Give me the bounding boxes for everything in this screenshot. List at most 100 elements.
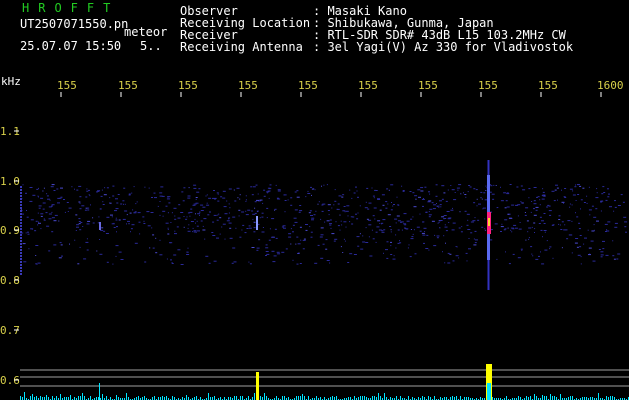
spectrum-bar [428, 396, 429, 400]
noise-speck [588, 209, 592, 211]
noise-speck [157, 205, 159, 207]
noise-speck [213, 214, 217, 216]
noise-speck [268, 239, 271, 241]
noise-speck [352, 216, 355, 218]
noise-speck [273, 255, 277, 257]
noise-speck [491, 229, 493, 231]
spectrum-bar [374, 396, 375, 400]
noise-speck [78, 185, 82, 187]
noise-speck [40, 215, 43, 217]
noise-speck [281, 251, 285, 253]
noise-speck [569, 203, 571, 205]
noise-speck [525, 207, 529, 209]
noise-speck [466, 213, 470, 215]
noise-speck [569, 234, 573, 236]
noise-speck [342, 210, 346, 212]
noise-speck [320, 257, 324, 259]
noise-speck [557, 199, 558, 201]
noise-speck [285, 248, 288, 250]
noise-speck [395, 234, 397, 236]
noise-speck [167, 212, 169, 214]
noise-speck [496, 207, 498, 209]
noise-speck [441, 185, 445, 187]
noise-speck [196, 220, 198, 222]
noise-speck [456, 187, 460, 189]
noise-speck [109, 202, 112, 204]
noise-speck [513, 224, 517, 226]
noise-speck [193, 187, 197, 189]
noise-speck [159, 192, 163, 194]
noise-speck [296, 190, 299, 192]
noise-speck [542, 191, 545, 193]
noise-speck [481, 198, 483, 200]
noise-speck [517, 215, 519, 217]
noise-speck [406, 220, 410, 222]
noise-speck [186, 254, 190, 255]
noise-speck [458, 257, 460, 259]
noise-speck [195, 198, 197, 200]
noise-speck [368, 236, 370, 238]
noise-speck [118, 251, 122, 253]
noise-speck [343, 221, 347, 223]
noise-speck [528, 197, 530, 199]
noise-speck [424, 186, 427, 188]
noise-speck [379, 223, 381, 224]
noise-speck [195, 222, 196, 224]
spectrum-bar [20, 396, 21, 400]
noise-speck [477, 219, 480, 221]
spectrum-bar [536, 396, 537, 400]
spectrum-bar [144, 396, 145, 400]
noise-speck [556, 187, 559, 189]
noise-speck [356, 190, 358, 192]
noise-speck [217, 200, 220, 202]
noise-speck [447, 252, 450, 254]
noise-speck [297, 243, 301, 245]
noise-speck [511, 204, 515, 206]
noise-speck [531, 201, 533, 202]
noise-speck [429, 208, 433, 210]
noise-speck [533, 222, 536, 224]
noise-speck [355, 186, 357, 188]
noise-speck [397, 229, 400, 231]
peak-minor [256, 372, 259, 400]
spectrum-bar [32, 394, 33, 400]
noise-speck [92, 217, 94, 219]
noise-speck [343, 238, 345, 240]
noise-speck [87, 220, 91, 222]
noise-speck [48, 206, 52, 208]
noise-speck [143, 223, 146, 224]
noise-speck [393, 204, 395, 205]
noise-speck [411, 236, 414, 238]
noise-speck [195, 202, 199, 204]
noise-speck [207, 214, 210, 216]
noise-speck [206, 202, 208, 204]
spectrum-bar [36, 396, 37, 400]
noise-speck [130, 231, 131, 233]
noise-speck [574, 186, 577, 188]
noise-speck [86, 190, 89, 192]
noise-speck [399, 240, 400, 242]
noise-speck [470, 221, 474, 223]
noise-speck [613, 210, 615, 212]
noise-speck [415, 198, 417, 200]
spectrum-bar [260, 396, 261, 400]
noise-speck [167, 233, 170, 235]
noise-speck [53, 220, 57, 222]
noise-speck [439, 220, 443, 221]
noise-speck [166, 198, 170, 200]
noise-speck [395, 247, 397, 249]
noise-speck [216, 219, 219, 221]
noise-speck [338, 195, 342, 197]
noise-speck [367, 208, 370, 210]
noise-speck [38, 221, 39, 223]
noise-speck [152, 247, 155, 249]
noise-speck [319, 236, 323, 238]
spectrum-bar [52, 396, 53, 400]
spectrum-bar [354, 396, 355, 400]
edge-speck [20, 222, 22, 224]
noise-speck [76, 224, 80, 226]
noise-speck [500, 186, 501, 188]
noise-speck [589, 214, 591, 216]
edge-speck [20, 243, 22, 245]
noise-speck [159, 254, 163, 256]
